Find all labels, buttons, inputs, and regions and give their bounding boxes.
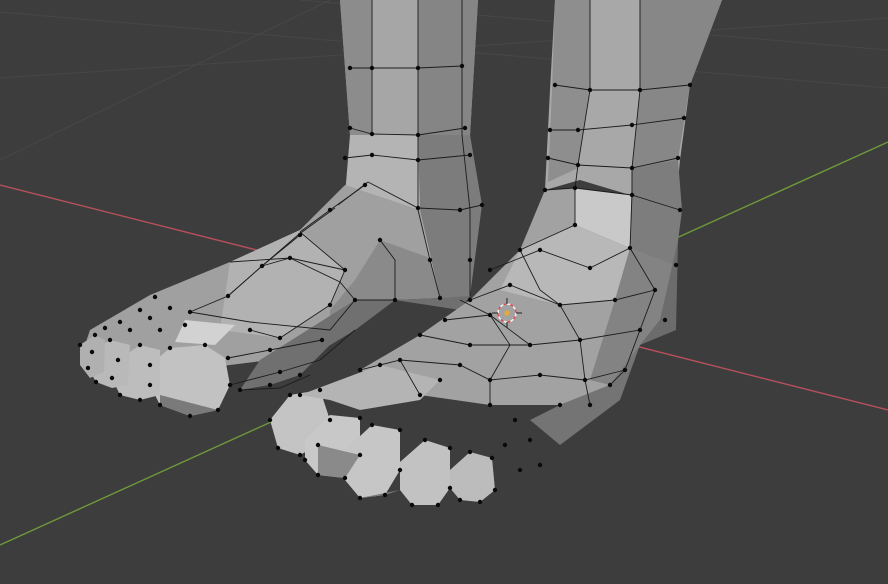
viewport-canvas[interactable] xyxy=(0,0,888,584)
3d-viewport[interactable] xyxy=(0,0,888,584)
